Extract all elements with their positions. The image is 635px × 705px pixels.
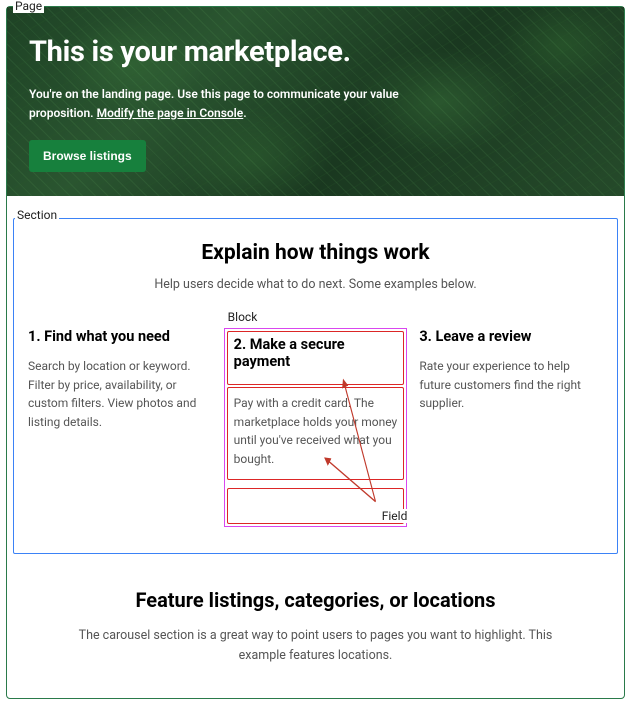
column-3-heading: 3. Leave a review <box>419 328 603 345</box>
column-2-block: Block 2. Make a secure payment Pay with … <box>224 328 408 526</box>
feature-body: The carousel section is a great way to p… <box>76 626 556 666</box>
column-1-heading: 1. Find what you need <box>28 328 212 345</box>
column-3: 3. Leave a review Rate your experience t… <box>419 328 603 526</box>
field-heading-box: 2. Make a secure payment <box>227 331 405 385</box>
page-container: Page This is your marketplace. You're on… <box>6 6 625 699</box>
annotation-label-section: Section <box>15 208 59 222</box>
section-wrap: Section Explain how things work Help use… <box>7 210 624 563</box>
hero-title: This is your marketplace. <box>29 35 602 69</box>
hero-description: You're on the landing page. Use this pag… <box>29 85 399 122</box>
browse-listings-button[interactable]: Browse listings <box>29 140 146 172</box>
annotation-label-field: Field <box>380 509 410 523</box>
feature-title: Feature listings, categories, or locatio… <box>37 588 594 612</box>
column-3-body: Rate your experience to help future cust… <box>419 357 603 413</box>
block-box: 2. Make a secure payment Pay with a cred… <box>224 328 408 526</box>
modify-in-console-link[interactable]: Modify the page in Console <box>97 106 244 120</box>
feature-section: Feature listings, categories, or locatio… <box>7 564 624 698</box>
how-it-works-section: Explain how things work Help users decid… <box>13 218 618 553</box>
section-subtitle: Help users decide what to do next. Some … <box>28 277 603 292</box>
hero-text-2: . <box>243 106 246 120</box>
column-2-body: Pay with a credit card. The marketplace … <box>234 394 398 468</box>
hero-section: This is your marketplace. You're on the … <box>7 7 624 196</box>
field-body-box: Pay with a credit card. The marketplace … <box>227 387 405 479</box>
section-title: Explain how things work <box>28 241 603 265</box>
column-2-heading: 2. Make a secure payment <box>234 336 398 370</box>
annotation-label-page: Page <box>13 0 44 13</box>
annotation-label-block: Block <box>226 310 260 324</box>
column-1-body: Search by location or keyword. Filter by… <box>28 357 212 431</box>
column-1: 1. Find what you need Search by location… <box>28 328 212 526</box>
field-empty-box <box>227 488 405 524</box>
hero-content: This is your marketplace. You're on the … <box>29 35 602 172</box>
columns-row: 1. Find what you need Search by location… <box>28 328 603 526</box>
